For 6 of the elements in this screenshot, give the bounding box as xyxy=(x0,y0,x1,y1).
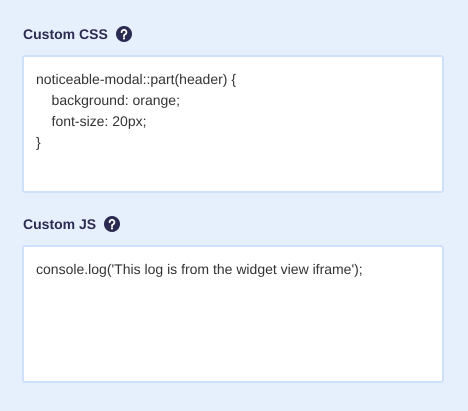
help-icon[interactable] xyxy=(104,216,120,232)
help-icon[interactable] xyxy=(116,26,132,42)
code-editor[interactable]: console.log('This log is from the widget view iframe'); xyxy=(22,245,444,383)
code-editor[interactable]: noticeable-modal::part(header) { background: orange; font-size: 20px; } xyxy=(22,55,444,193)
field-label: Custom CSS xyxy=(23,24,108,44)
field-label: Custom JS xyxy=(23,214,96,234)
